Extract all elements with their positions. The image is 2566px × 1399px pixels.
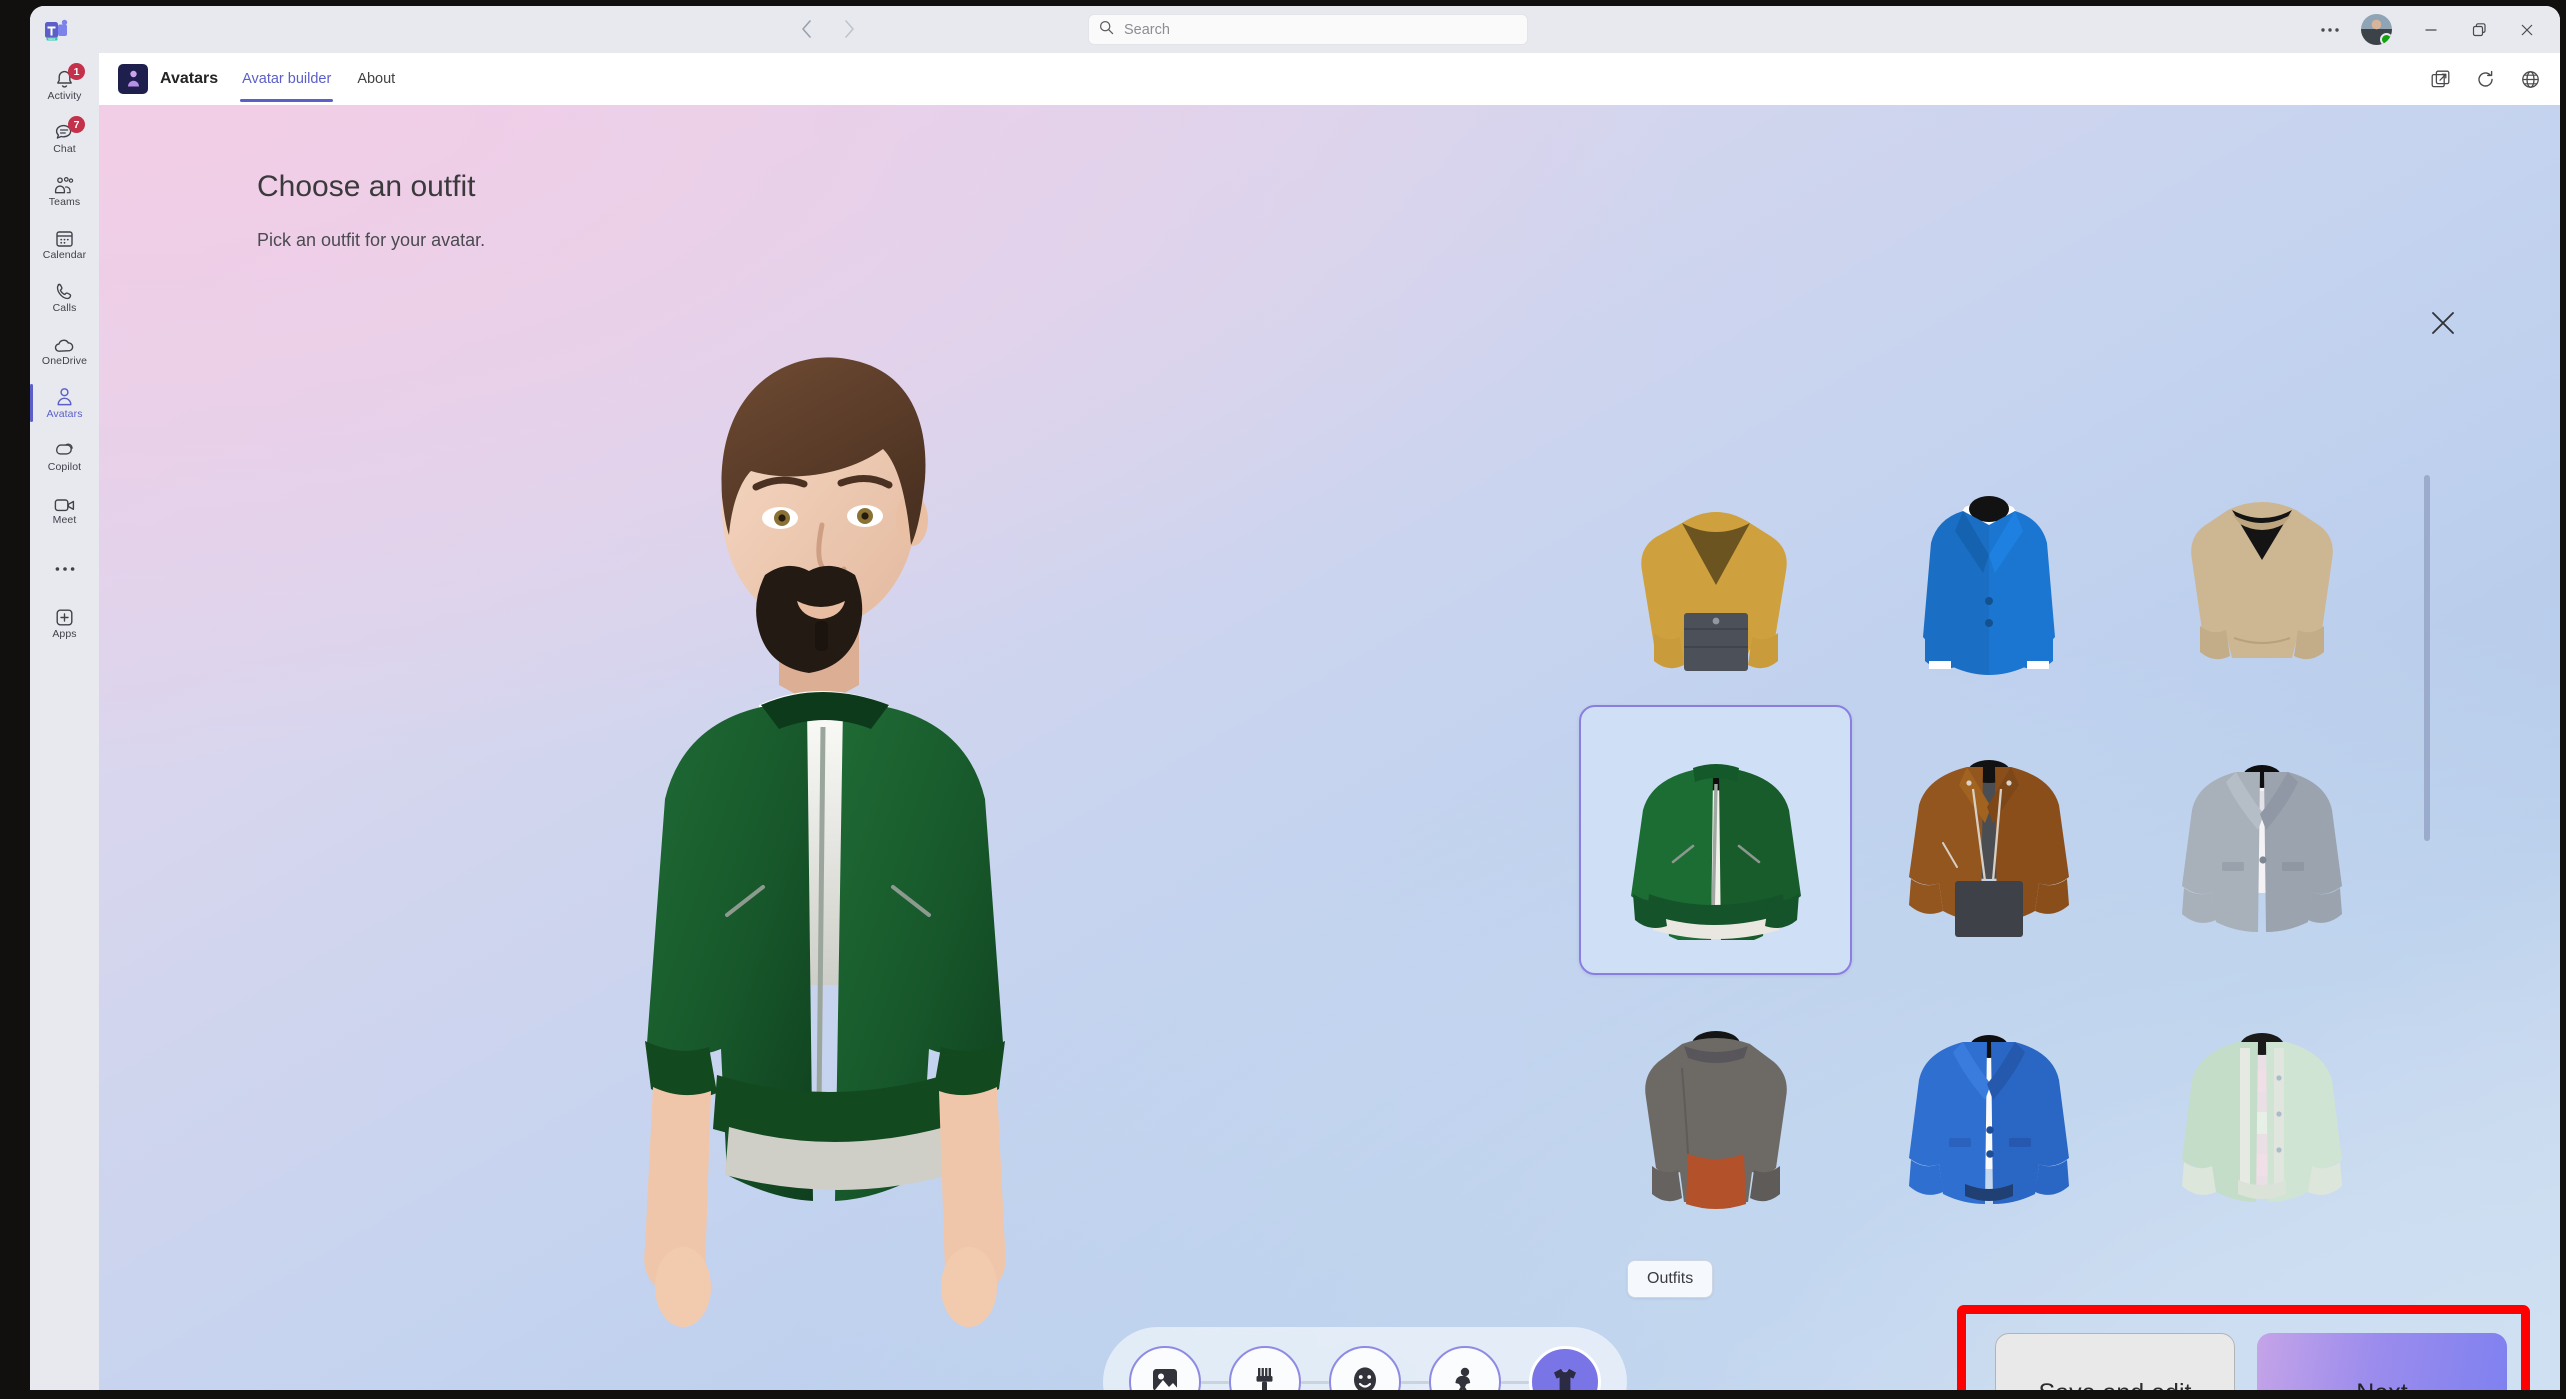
search-bar[interactable] <box>1088 14 1528 45</box>
sidebar-label-calendar: Calendar <box>42 249 87 261</box>
step-face[interactable] <box>1329 1346 1401 1390</box>
window-controls <box>2307 6 2550 53</box>
person-icon <box>54 387 75 408</box>
cloud-icon <box>53 334 76 355</box>
outfit-tile-tan-v-neck-sweater[interactable] <box>2125 435 2398 705</box>
back-button[interactable] <box>790 12 824 46</box>
face-icon <box>1350 1365 1380 1390</box>
step-separator <box>1201 1380 1229 1384</box>
left-navigation-rail: 1 Activity 7 Chat Teams Calendar Calls O… <box>30 53 99 1390</box>
chat-badge: 7 <box>68 116 85 133</box>
step-body[interactable] <box>1429 1346 1501 1390</box>
restore-button[interactable] <box>2456 10 2502 50</box>
sidebar-item-teams[interactable]: Teams <box>30 165 99 218</box>
sidebar-label-copilot: Copilot <box>47 461 82 473</box>
ellipsis-icon <box>54 552 76 573</box>
refresh-icon[interactable] <box>2476 70 2495 89</box>
outfit-tile-mustard-blouse-grey-skirt[interactable] <box>1579 435 1852 705</box>
plus-box-icon <box>54 607 75 628</box>
more-options-button[interactable] <box>2307 10 2353 50</box>
paintbrush-icon <box>1250 1365 1280 1390</box>
avatar-app-icon <box>118 64 148 94</box>
sidebar-label-calls: Calls <box>52 302 77 314</box>
search-icon <box>1099 20 1114 40</box>
sidebar-item-avatars[interactable]: Avatars <box>30 377 99 430</box>
sidebar-item-apps[interactable]: Apps <box>30 597 99 650</box>
teams-logo-icon: NEW <box>38 15 78 45</box>
app-header-actions <box>2431 70 2540 89</box>
outfit-grid <box>1579 435 2399 1245</box>
outfit-tile-grey-sweater-orange-top[interactable] <box>1579 975 1852 1245</box>
sidebar-label-onedrive: OneDrive <box>41 355 88 367</box>
stage-actions: Save and edit Next <box>1995 1333 2507 1390</box>
step-separator <box>1301 1380 1329 1384</box>
svg-text:NEW: NEW <box>48 37 55 41</box>
calendar-icon <box>54 228 75 249</box>
sidebar-item-more[interactable] <box>30 536 99 589</box>
app-header: Avatars Avatar builder About <box>99 53 2560 105</box>
photo-icon <box>1150 1365 1180 1390</box>
sidebar-label-apps: Apps <box>52 628 77 640</box>
step-separator <box>1401 1380 1429 1384</box>
presence-badge <box>2380 33 2392 45</box>
shirt-icon <box>1549 1364 1581 1390</box>
tab-avatar-builder[interactable]: Avatar builder <box>240 57 334 102</box>
forward-button[interactable] <box>832 12 866 46</box>
tab-about[interactable]: About <box>355 57 397 102</box>
sidebar-item-copilot[interactable]: Copilot <box>30 430 99 483</box>
teams-icon <box>53 175 76 196</box>
sidebar-item-calendar[interactable]: Calendar <box>30 218 99 271</box>
sidebar-item-meet[interactable]: Meet <box>30 483 99 536</box>
sidebar-item-activity[interactable]: 1 Activity <box>30 59 99 112</box>
sidebar-label-avatars: Avatars <box>46 408 83 420</box>
step-clothing[interactable] <box>1529 1346 1601 1390</box>
stage-heading: Choose an outfit <box>257 170 476 203</box>
nav-buttons <box>790 12 866 46</box>
body-icon <box>1450 1365 1480 1390</box>
outfit-grid-scrollbar[interactable] <box>2424 475 2430 841</box>
sidebar-item-onedrive[interactable]: OneDrive <box>30 324 99 377</box>
step-photo[interactable] <box>1129 1346 1201 1390</box>
sidebar-label-meet: Meet <box>52 514 77 526</box>
close-window-button[interactable] <box>2504 10 2550 50</box>
avatar-builder-stage: Choose an outfit Pick an outfit for your… <box>99 105 2560 1390</box>
next-button[interactable]: Next <box>2257 1333 2507 1390</box>
step-separator <box>1501 1380 1529 1384</box>
sidebar-item-calls[interactable]: Calls <box>30 271 99 324</box>
outfit-tile-pastel-striped-cardigan[interactable] <box>2125 975 2398 1245</box>
globe-icon[interactable] <box>2521 70 2540 89</box>
avatar-builder-steps <box>1103 1327 1627 1390</box>
outfit-tile-blue-suit-with-tie[interactable] <box>1852 435 2125 705</box>
user-avatar[interactable] <box>2361 14 2392 45</box>
activity-badge: 1 <box>68 63 85 80</box>
page-title: Avatars <box>160 70 219 87</box>
outfit-tile-blue-blazer-white-shirt[interactable] <box>1852 975 2125 1245</box>
teams-window: NEW Search 1 Activity 7 Chat Teams Calen… <box>30 6 2560 1390</box>
close-icon[interactable] <box>2421 301 2465 345</box>
sidebar-label-chat: Chat <box>53 143 76 155</box>
title-bar: NEW <box>30 6 2560 53</box>
stage-subheading: Pick an outfit for your avatar. <box>257 230 486 250</box>
outfit-tile-green-bomber-jacket[interactable] <box>1579 705 1852 975</box>
video-camera-icon <box>53 493 77 514</box>
search-input[interactable] <box>1124 21 1504 38</box>
sidebar-item-chat[interactable]: 7 Chat <box>30 112 99 165</box>
outfit-tile-brown-leather-jacket-grey-skirt[interactable] <box>1852 705 2125 975</box>
outfits-category-button[interactable]: Outfits <box>1627 1260 1714 1298</box>
avatar-preview <box>529 275 1149 1375</box>
sidebar-label-activity: Activity <box>47 90 82 102</box>
phone-icon <box>54 281 75 302</box>
save-and-edit-button[interactable]: Save and edit <box>1995 1333 2235 1390</box>
popout-icon[interactable] <box>2431 70 2450 89</box>
copilot-icon <box>54 440 76 461</box>
step-style[interactable] <box>1229 1346 1301 1390</box>
minimize-button[interactable] <box>2408 10 2454 50</box>
outfit-tile-grey-blazer-white-shirt[interactable] <box>2125 705 2398 975</box>
sidebar-label-teams: Teams <box>48 196 81 208</box>
